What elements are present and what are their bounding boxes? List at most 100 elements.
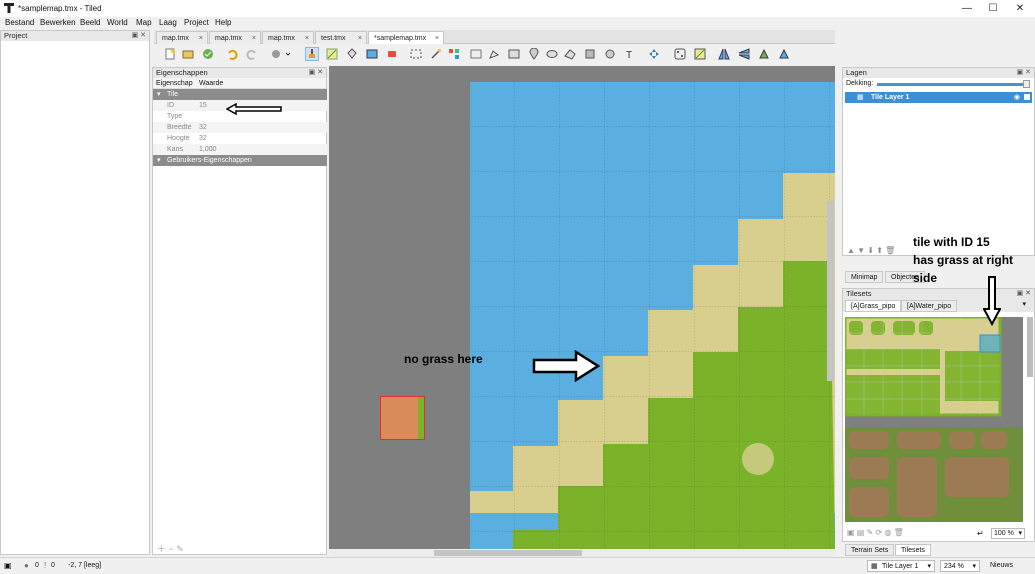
property-row-height[interactable]: Hoogte 32 — [153, 133, 327, 144]
flip-vertical-icon[interactable] — [738, 48, 750, 60]
chevron-down-icon: ▾ — [1018, 530, 1022, 537]
redo-icon[interactable] — [246, 48, 258, 60]
tab-map-2[interactable]: map.tmx × — [209, 31, 261, 44]
panel-float-close-icon[interactable]: ▣ ✕ — [1017, 289, 1031, 299]
layer-toolbar-icons[interactable]: ▲ ▼ ⬇ ⬆ 🗑 — [847, 246, 895, 255]
insert-text-icon[interactable]: T — [624, 48, 636, 60]
tab-test[interactable]: test.tmx × — [315, 31, 367, 44]
property-value: 15 — [199, 102, 207, 109]
tileset-scrollbar-thumb[interactable] — [1027, 317, 1033, 377]
insert-tile-icon[interactable] — [584, 48, 596, 60]
bucket-fill-icon[interactable] — [346, 48, 358, 60]
tab-label: test.tmx — [321, 35, 346, 42]
menu-world[interactable]: World — [107, 18, 128, 27]
tab-samplemap[interactable]: *samplemap.tmx × — [368, 31, 444, 44]
command-icon[interactable] — [270, 48, 292, 60]
menu-laag[interactable]: Laag — [159, 18, 177, 27]
layer-row-tile-layer-1[interactable]: ▦ Tile Layer 1 ◉ — [845, 92, 1032, 103]
tab-tilesets[interactable]: Tilesets — [895, 544, 931, 556]
group-custom-label: Gebruikers-Eigenschappen — [167, 157, 252, 164]
panel-float-close-icon[interactable]: ▣ ✕ — [132, 31, 146, 41]
tileset-zoom-select[interactable]: 100 % ▾ — [991, 528, 1025, 539]
tab-minimap[interactable]: Minimap — [845, 271, 884, 283]
tileset-tabs-dropdown-icon[interactable]: ▾ — [1022, 300, 1026, 308]
menu-beeld[interactable]: Beeld — [80, 18, 100, 27]
map-canvas[interactable]: no grass here — [329, 66, 835, 549]
horizontal-scrollbar[interactable] — [329, 549, 835, 557]
insert-point-icon[interactable] — [528, 48, 540, 60]
visibility-eye-icon[interactable]: ◉ — [1014, 92, 1020, 103]
group-tile[interactable]: ▾ Tile — [153, 89, 327, 100]
eraser-icon[interactable] — [386, 48, 398, 60]
news-button[interactable]: Nieuws — [990, 562, 1013, 569]
insert-template-icon[interactable] — [604, 48, 616, 60]
right-arrow-annotation-icon — [532, 350, 600, 382]
random-mode-icon[interactable] — [674, 48, 686, 60]
tab-terrain-sets[interactable]: Terrain Sets — [845, 544, 895, 556]
rotate-right-icon[interactable] — [778, 48, 790, 60]
project-panel-header: Project ▣ ✕ — [1, 31, 149, 41]
insert-polygon-icon[interactable] — [564, 48, 576, 60]
tab-map-1[interactable]: map.tmx × — [156, 31, 208, 44]
tab-label: map.tmx — [268, 35, 295, 42]
toggle-console-icon[interactable]: ▣ — [4, 561, 12, 570]
tab-grass-pipo[interactable]: [A]Grass_pipo — [845, 300, 902, 312]
panel-float-close-icon[interactable]: ▣ ✕ — [1017, 68, 1031, 78]
rect-select-icon[interactable] — [410, 48, 422, 60]
stamp-brush-icon[interactable] — [305, 47, 319, 61]
insert-ellipse-icon[interactable] — [546, 48, 558, 60]
opacity-slider-handle[interactable] — [1023, 80, 1030, 88]
select-objects-icon[interactable] — [470, 48, 482, 60]
menu-bestand[interactable]: Bestand — [5, 18, 34, 27]
tileset-toolbar-icons[interactable]: ▣ ▤ ✎ ⟳ ◍ 🗑 — [847, 528, 904, 537]
maximize-button[interactable]: ☐ — [978, 0, 1008, 17]
properties-panel-header: Eigenschappen ▣ ✕ — [153, 68, 326, 78]
tab-label: *samplemap.tmx — [374, 35, 427, 42]
chevron-down-icon: ▾ — [927, 563, 931, 570]
vertical-scrollbar-thumb[interactable] — [827, 201, 834, 381]
group-tile-label: Tile — [167, 91, 179, 98]
horizontal-scrollbar-thumb[interactable] — [434, 550, 582, 556]
menu-help[interactable]: Help — [215, 18, 231, 27]
menu-bewerken[interactable]: Bewerken — [40, 18, 76, 27]
cursor-coordinates: -2, 7 [leeg] — [68, 562, 102, 569]
edit-polygons-icon[interactable] — [488, 48, 500, 60]
layers-panel-title: Lagen — [846, 68, 867, 77]
save-icon[interactable] — [202, 48, 214, 60]
tile-map[interactable] — [470, 82, 835, 549]
panel-float-close-icon[interactable]: ▣ ✕ — [309, 68, 323, 78]
insert-rectangle-icon[interactable] — [508, 48, 520, 60]
close-button[interactable]: ✕ — [1005, 0, 1035, 17]
tab-water-pipo[interactable]: [A]Water_pipo — [901, 300, 958, 312]
opacity-slider[interactable] — [877, 83, 1027, 86]
property-add-remove-icons[interactable]: ＋ − ✎ — [157, 542, 184, 555]
document-tabbar: map.tmx × map.tmx × map.tmx × test.tmx × *sa… — [154, 30, 835, 44]
move-icon[interactable] — [648, 48, 660, 60]
new-file-icon[interactable] — [164, 48, 176, 60]
error-icon[interactable]: ● — [24, 561, 29, 570]
map-zoom-value: 234 % — [944, 563, 964, 570]
wang-fill-icon[interactable] — [694, 48, 706, 60]
tileset-grid[interactable] — [845, 317, 1023, 522]
property-row-width[interactable]: Breedte 32 — [153, 122, 327, 133]
tab-map-3[interactable]: map.tmx × — [262, 31, 314, 44]
undo-icon[interactable] — [226, 48, 238, 60]
dynamic-wrap-icon[interactable]: ↵ — [977, 529, 984, 538]
menu-project[interactable]: Project — [184, 18, 209, 27]
magic-wand-icon[interactable] — [430, 48, 442, 60]
group-custom-properties[interactable]: ▾ Gebruikers-Eigenschappen — [153, 155, 327, 166]
current-layer-select[interactable]: ▦ Tile Layer 1 ▾ — [867, 560, 935, 572]
terrain-brush-icon[interactable] — [326, 48, 338, 60]
layer-lock-checkbox[interactable] — [1024, 94, 1030, 100]
open-folder-icon[interactable] — [182, 48, 194, 60]
warning-icon[interactable]: ! — [44, 561, 46, 570]
tilesets-panel-header: Tilesets ▣ ✕ — [843, 289, 1034, 299]
flip-horizontal-icon[interactable] — [718, 48, 730, 60]
opacity-label: Dekking: — [846, 80, 874, 87]
property-row-probability[interactable]: Kans 1,000 — [153, 144, 327, 155]
select-same-tile-icon[interactable] — [448, 48, 460, 60]
menu-map[interactable]: Map — [136, 18, 152, 27]
rotate-left-icon[interactable] — [758, 48, 770, 60]
map-zoom-select[interactable]: 234 % ▾ — [940, 560, 980, 572]
shape-fill-icon[interactable] — [366, 48, 378, 60]
